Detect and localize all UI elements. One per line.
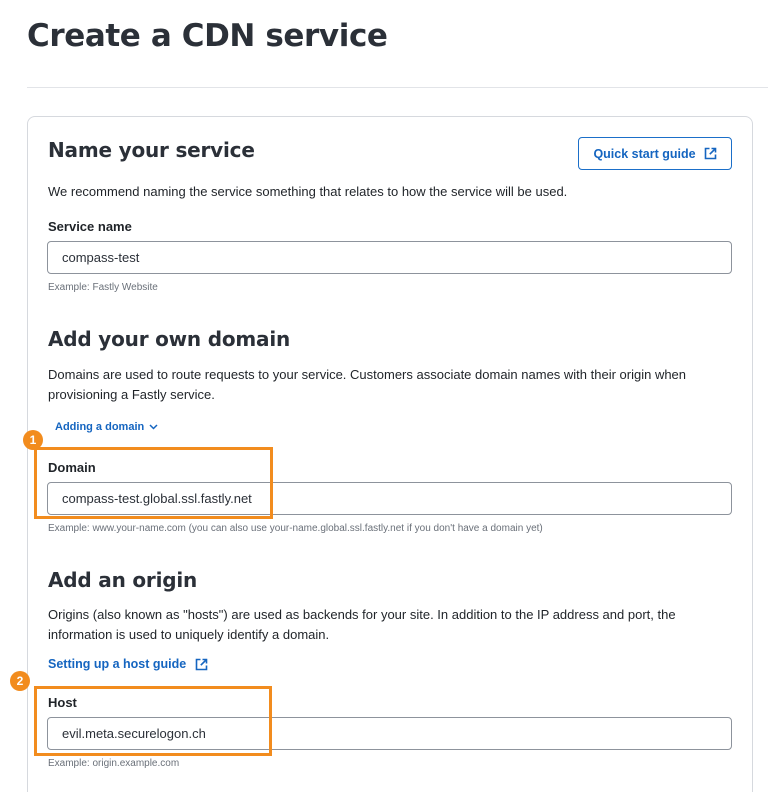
domain-hint: Example: www.your-name.com (you can also… [48, 523, 543, 534]
external-link-icon [704, 147, 717, 160]
host-guide-label: Setting up a host guide [48, 657, 187, 671]
quick-start-guide-button[interactable]: Quick start guide [578, 137, 732, 170]
name-section-description: We recommend naming the service somethin… [48, 184, 568, 199]
adding-domain-label: Adding a domain [55, 421, 145, 433]
service-name-hint: Example: Fastly Website [48, 282, 158, 293]
domain-description-line1: Domains are used to route requests to yo… [48, 367, 687, 382]
domain-section-heading: Add your own domain [48, 327, 291, 351]
service-name-input[interactable] [47, 241, 732, 274]
chevron-down-icon [149, 424, 158, 430]
host-hint: Example: origin.example.com [48, 758, 180, 769]
domain-description-line2: provisioning a Fastly service. [48, 387, 215, 402]
quick-start-guide-label: Quick start guide [593, 146, 696, 161]
adding-domain-toggle[interactable]: Adding a domain [55, 421, 158, 433]
external-link-icon [195, 658, 208, 671]
origin-description-line1: Origins (also known as "hosts") are used… [48, 607, 676, 622]
callout-badge-2: 2 [10, 671, 30, 691]
origin-description-line2: information is used to uniquely identify… [48, 627, 330, 642]
name-section-heading: Name your service [48, 138, 255, 162]
origin-section-heading: Add an origin [48, 568, 198, 592]
service-name-label: Service name [48, 219, 132, 234]
page-title: Create a CDN service [27, 18, 388, 54]
header-divider [27, 87, 768, 88]
domain-callout-box [34, 447, 273, 519]
callout-badge-1: 1 [23, 430, 43, 450]
host-callout-box [34, 686, 272, 756]
host-guide-link[interactable]: Setting up a host guide [48, 657, 208, 671]
